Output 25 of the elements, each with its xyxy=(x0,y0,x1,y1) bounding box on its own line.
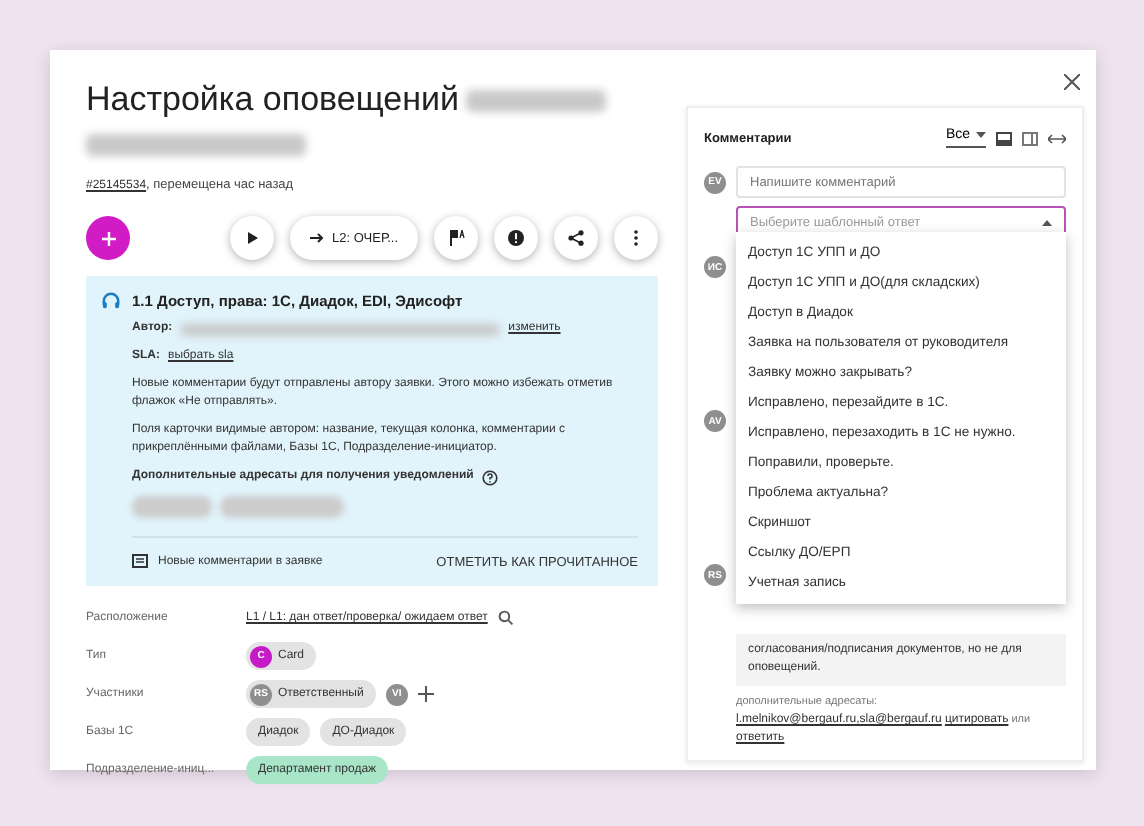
help-icon[interactable] xyxy=(481,469,498,485)
share-button[interactable] xyxy=(554,216,598,260)
alert-icon xyxy=(508,230,524,246)
plus-icon xyxy=(101,231,115,245)
flag-button[interactable] xyxy=(434,216,478,260)
expand-icon[interactable] xyxy=(1048,133,1066,143)
blurred-chip xyxy=(132,496,212,518)
play-button[interactable] xyxy=(230,216,275,260)
add-icon[interactable] xyxy=(417,686,434,702)
comment-icon xyxy=(132,554,148,570)
layout-bottom-icon[interactable] xyxy=(996,131,1012,145)
search-icon[interactable] xyxy=(497,610,514,626)
caret-icon xyxy=(1042,219,1052,225)
dialog-title: Настройка оповещений xyxy=(86,78,658,166)
flag-icon xyxy=(447,230,465,246)
layout-side-icon[interactable] xyxy=(1022,131,1038,145)
headset-icon xyxy=(102,292,120,310)
share-icon xyxy=(568,230,584,246)
add-button[interactable] xyxy=(86,216,130,260)
play-icon xyxy=(246,232,259,244)
arrow-icon xyxy=(310,232,325,244)
info-button[interactable] xyxy=(494,216,538,260)
blurred-text xyxy=(466,90,607,113)
blurred-chip xyxy=(220,496,344,518)
caret-icon xyxy=(976,132,986,138)
